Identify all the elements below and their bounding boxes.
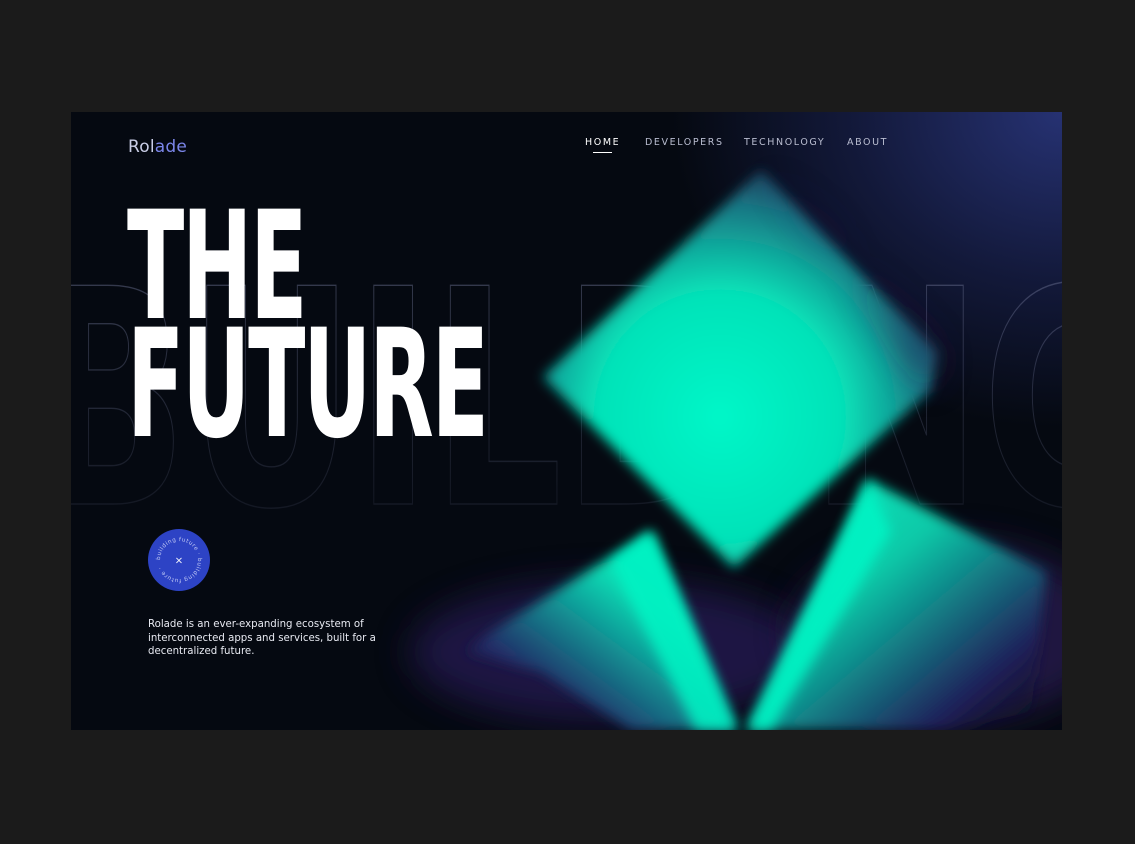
badge-ring: building future · building future · × [156,537,202,583]
main-nav: HOME DEVELOPERS TECHNOLOGY ABOUT [71,137,1062,157]
close-icon: × [175,556,183,567]
nav-item-developers[interactable]: DEVELOPERS [645,137,724,148]
hero-title-line-2: FUTURE [127,298,489,472]
nav-item-about[interactable]: ABOUT [847,137,888,148]
nav-item-technology[interactable]: TECHNOLOGY [744,137,825,148]
hero-description: Rolade is an ever-expanding ecosystem of… [148,619,376,657]
hero-frame: BUILDING Rolade HOME DEVELOPERS TECHNOLO… [71,112,1062,730]
scroll-badge[interactable]: building future · building future · × [148,529,210,591]
nav-item-home[interactable]: HOME [585,137,620,153]
hero-title: THE FUTURE [127,192,489,472]
